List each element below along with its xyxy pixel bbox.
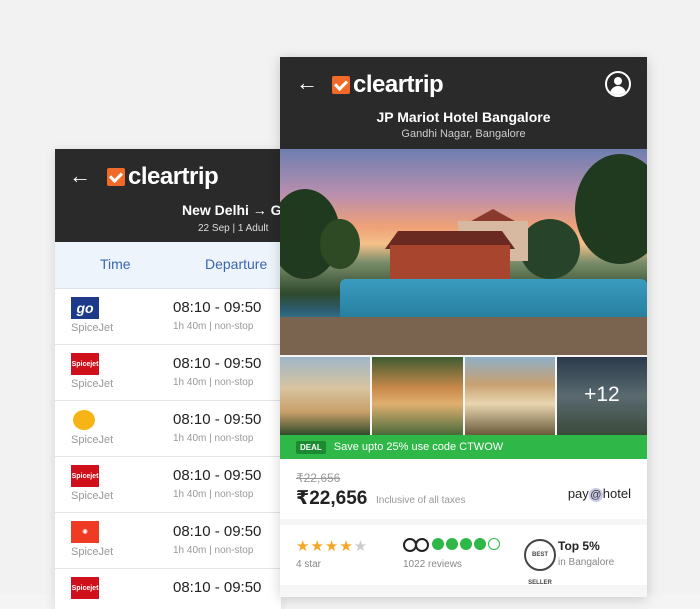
reviews-count[interactable]: 1022 reviews — [403, 559, 462, 570]
current-price: ₹22,656 — [296, 488, 368, 509]
airline-name: SpiceJet — [71, 490, 114, 502]
flights-header: ← cleartrip New Delhi → G 22 Sep | 1 Adu… — [55, 149, 281, 242]
cleartrip-logo[interactable]: cleartrip — [332, 71, 444, 99]
tripadvisor-owl-icon — [403, 538, 429, 552]
hotel-header: ← cleartrip JP Mariot Hotel Bangalore Ga… — [280, 57, 647, 149]
hotel-screen: ← cleartrip JP Mariot Hotel Bangalore Ga… — [280, 57, 647, 597]
cleartrip-check-icon — [332, 76, 350, 94]
brand-name: cleartrip — [353, 71, 444, 98]
hotel-hero-image[interactable] — [280, 149, 647, 355]
user-profile-icon[interactable] — [605, 71, 631, 97]
flight-row[interactable]: go SpiceJet 08:10 - 09:50 1h 40m | non-s… — [55, 289, 281, 345]
deal-banner[interactable]: DEAL Save upto 25% use code CTWOW — [280, 435, 647, 459]
airline-name: SpiceJet — [71, 434, 114, 446]
spicejet-logo-icon: Spicejet — [71, 353, 99, 375]
goair-logo-icon: go — [71, 297, 99, 319]
flight-time: 08:10 - 09:50 — [173, 467, 262, 484]
photo-thumbnails: +12 — [280, 357, 647, 435]
hotel-location: Gandhi Nagar, Bangalore — [401, 128, 526, 140]
back-arrow-icon[interactable]: ← — [69, 165, 91, 187]
flight-duration: 1h 40m | non-stop — [173, 377, 254, 388]
cleartrip-check-icon — [107, 168, 125, 186]
best-seller-badge-icon: BEST SELLER — [524, 539, 556, 586]
flight-duration: 1h 40m | non-stop — [173, 545, 254, 556]
photo-thumbnail[interactable] — [372, 357, 463, 435]
airline-name: SpiceJet — [71, 546, 114, 558]
flight-duration: 1h 40m | non-stop — [173, 489, 254, 500]
flight-row[interactable]: ✺ SpiceJet 08:10 - 09:50 1h 40m | non-st… — [55, 513, 281, 569]
spicejet-logo-icon: ✺ — [71, 521, 99, 543]
price-note: Inclusive of all taxes — [376, 495, 466, 506]
photo-thumbnail[interactable] — [464, 357, 555, 435]
star-rating: ★★★★★ — [296, 538, 369, 555]
route-title: New Delhi → G — [182, 202, 281, 218]
flights-screen: ← cleartrip New Delhi → G 22 Sep | 1 Adu… — [55, 149, 281, 609]
more-photos-thumbnail[interactable]: +12 — [556, 357, 647, 435]
sort-tab-time[interactable]: Time — [100, 256, 131, 272]
deal-tag: DEAL — [296, 440, 326, 454]
deal-text: Save upto 25% use code CTWOW — [333, 441, 504, 453]
back-arrow-icon[interactable]: ← — [296, 72, 318, 94]
price-card: ₹22,656 ₹22,656 Inclusive of all taxes p… — [280, 459, 647, 519]
spicejet-logo-icon: Spicejet — [71, 577, 99, 599]
star-label: 4 star — [296, 559, 322, 570]
cleartrip-logo[interactable]: cleartrip — [107, 163, 219, 191]
flight-row[interactable]: Spicejet SpiceJet 08:10 - 09:50 1h 40m |… — [55, 345, 281, 401]
jetairways-logo-icon — [71, 409, 99, 431]
original-price: ₹22,656 — [296, 471, 341, 485]
sort-bar: Time Departure — [55, 242, 281, 289]
tripadvisor-rating — [432, 538, 502, 550]
spicejet-logo-icon: Spicejet — [71, 465, 99, 487]
more-photos-count: +12 — [584, 383, 620, 406]
brand-name: cleartrip — [128, 163, 219, 190]
sort-tab-departure[interactable]: Departure — [205, 256, 267, 272]
pay-at-hotel-logo: pay@hotel — [567, 486, 631, 502]
flight-time: 08:10 - 09:50 — [173, 355, 262, 372]
hotel-name: JP Mariot Hotel Bangalore — [376, 109, 551, 125]
flight-row[interactable]: Spicejet 08:10 - 09:50 — [55, 569, 281, 609]
airline-name: SpiceJet — [71, 378, 114, 390]
photo-thumbnail[interactable] — [280, 357, 371, 435]
rating-card: ★★★★★ 4 star 1022 reviews BEST SELLER To… — [280, 525, 647, 586]
flight-row[interactable]: Spicejet SpiceJet 08:10 - 09:50 1h 40m |… — [55, 457, 281, 513]
top-percent-sub: in Bangalore — [558, 557, 615, 568]
flight-time: 08:10 - 09:50 — [173, 579, 262, 596]
flight-time: 08:10 - 09:50 — [173, 523, 262, 540]
flight-row[interactable]: SpiceJet 08:10 - 09:50 1h 40m | non-stop — [55, 401, 281, 457]
flight-duration: 1h 40m | non-stop — [173, 321, 254, 332]
flight-duration: 1h 40m | non-stop — [173, 433, 254, 444]
route-subtitle: 22 Sep | 1 Adult — [198, 223, 269, 234]
flight-time: 08:10 - 09:50 — [173, 411, 262, 428]
top-percent-label: Top 5% — [558, 539, 600, 553]
airline-name: SpiceJet — [71, 322, 114, 334]
flight-time: 08:10 - 09:50 — [173, 299, 262, 316]
